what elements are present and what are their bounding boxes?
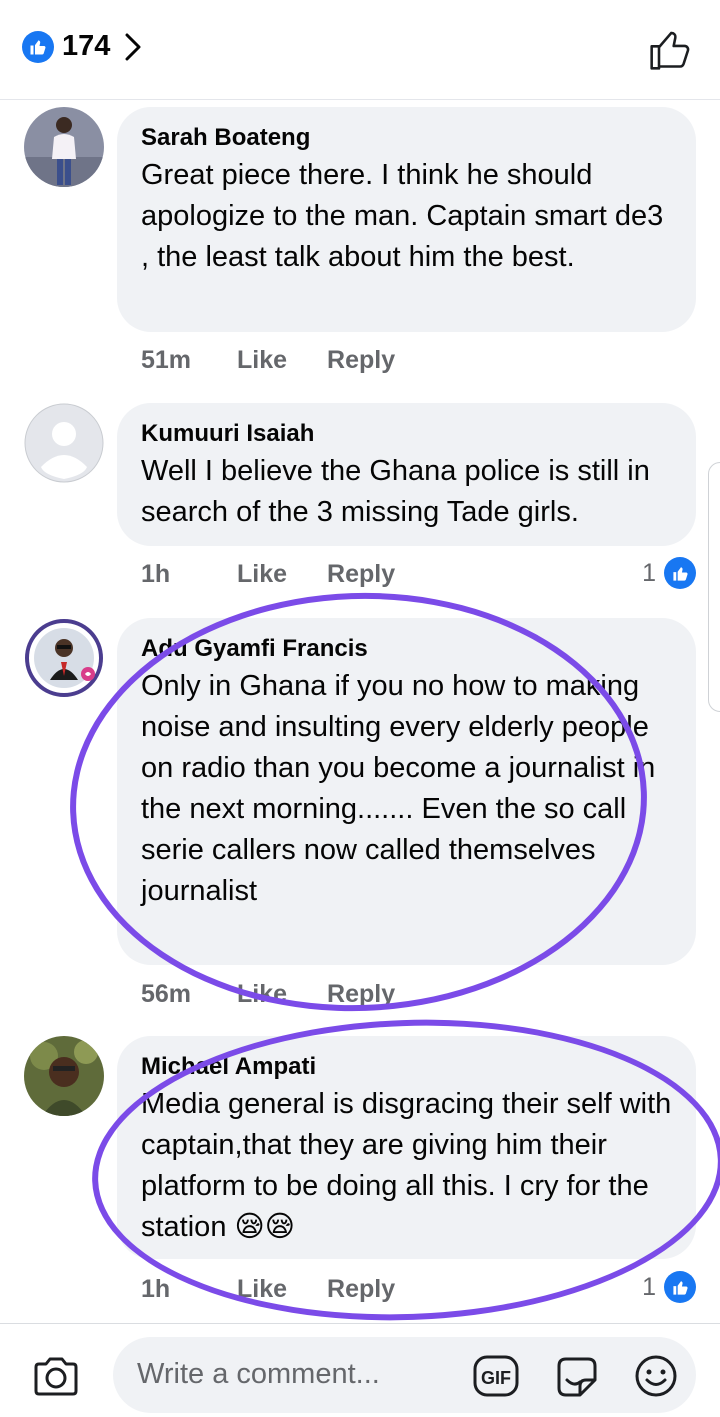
comment-bubble[interactable]: Adu Gyamfi Francis Only in Ghana if you … xyxy=(117,618,696,965)
reaction-summary[interactable]: 1 xyxy=(642,557,696,589)
reaction-count: 1 xyxy=(642,558,656,587)
reply-button[interactable]: Reply xyxy=(327,1275,395,1304)
comment-text: Media general is disgracing their self w… xyxy=(141,1088,672,1243)
reaction-count: 174 xyxy=(62,30,111,62)
avatar[interactable] xyxy=(24,107,104,187)
reactions-summary[interactable]: 174 xyxy=(22,30,142,63)
comment-author[interactable]: Michael Ampati xyxy=(141,1052,672,1082)
reply-button[interactable]: Reply xyxy=(327,346,395,375)
camera-icon[interactable] xyxy=(32,1355,80,1397)
gif-label: GIF xyxy=(481,1368,511,1388)
comment-actions: 1h Like Reply xyxy=(141,1275,395,1304)
reply-button[interactable]: Reply xyxy=(327,560,395,589)
thumb-up-outline-icon[interactable] xyxy=(648,28,692,72)
comment-text: Only in Ghana if you no how to making no… xyxy=(141,670,656,907)
comment-actions: 51m Like Reply xyxy=(141,346,395,375)
like-button[interactable]: Like xyxy=(237,346,287,375)
reply-button[interactable]: Reply xyxy=(327,980,395,1009)
comment-bubble[interactable]: Sarah Boateng Great piece there. I think… xyxy=(117,107,696,332)
comment-bubble[interactable]: Michael Ampati Media general is disgraci… xyxy=(117,1036,696,1259)
sticker-icon[interactable] xyxy=(554,1354,600,1400)
like-thumb-icon xyxy=(664,1271,696,1303)
comment-input[interactable]: Write a comment... GIF xyxy=(113,1337,696,1413)
reaction-count: 1 xyxy=(642,1272,656,1301)
like-button[interactable]: Like xyxy=(237,980,287,1009)
comment-author[interactable]: Sarah Boateng xyxy=(141,123,672,153)
avatar[interactable] xyxy=(24,403,104,483)
comment-timestamp[interactable]: 1h xyxy=(141,560,211,589)
like-thumb-icon xyxy=(664,557,696,589)
comment-author[interactable]: Kumuuri Isaiah xyxy=(141,419,672,449)
reaction-summary[interactable]: 1 xyxy=(642,1271,696,1303)
comment-composer: Write a comment... GIF xyxy=(0,1323,720,1417)
comment-actions: 1h Like Reply xyxy=(141,560,395,589)
comment-actions: 56m Like Reply xyxy=(141,980,395,1009)
like-button[interactable]: Like xyxy=(237,560,287,589)
reactions-header: 174 xyxy=(0,0,720,100)
side-scroll-handle[interactable] xyxy=(708,462,720,712)
like-thumb-icon xyxy=(22,30,54,63)
comment-timestamp[interactable]: 1h xyxy=(141,1275,211,1304)
comment-author[interactable]: Adu Gyamfi Francis xyxy=(141,634,672,664)
comment-placeholder: Write a comment... xyxy=(137,1358,380,1390)
emoji-icon[interactable] xyxy=(633,1353,679,1399)
comment-bubble[interactable]: Kumuuri Isaiah Well I believe the Ghana … xyxy=(117,403,696,546)
avatar[interactable] xyxy=(24,618,104,698)
gif-icon[interactable]: GIF xyxy=(472,1354,520,1398)
comment-timestamp[interactable]: 56m xyxy=(141,980,211,1009)
comment-text: Great piece there. I think he should apo… xyxy=(141,159,664,273)
avatar[interactable] xyxy=(24,1036,104,1116)
chevron-right-icon xyxy=(125,33,141,60)
comment-text: Well I believe the Ghana police is still… xyxy=(141,455,650,528)
like-button[interactable]: Like xyxy=(237,1275,287,1304)
comment-timestamp[interactable]: 51m xyxy=(141,346,211,375)
